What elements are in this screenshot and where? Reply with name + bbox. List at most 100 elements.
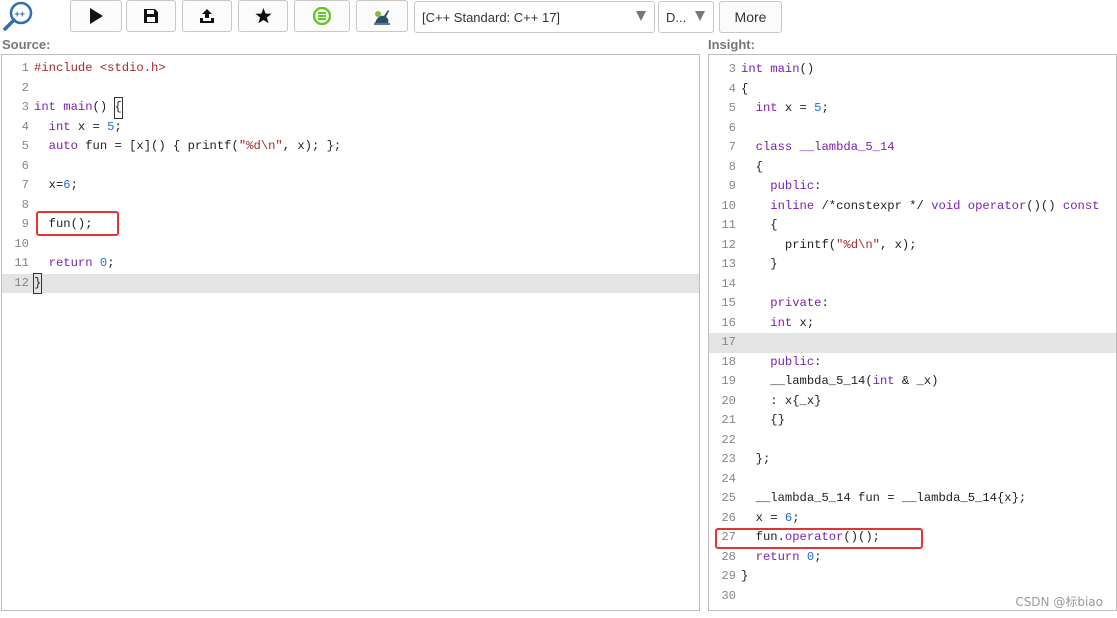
line-code: class __lambda_5_14	[755, 140, 895, 154]
line-number: 19	[721, 374, 736, 388]
cpp-standard-select[interactable]: [C++ Standard: C++ 17]	[414, 1, 655, 33]
line-number: 22	[721, 432, 736, 447]
code-line[interactable]: 12 printf("%d\n", x);	[709, 236, 1116, 256]
line-code: {	[741, 159, 763, 174]
line-number: 1	[21, 61, 29, 75]
code-line[interactable]: 7 class __lambda_5_14	[709, 138, 1116, 158]
insight-pane-title: Insight:	[708, 37, 755, 52]
code-line[interactable]: 4{	[709, 80, 1116, 100]
star-icon	[254, 8, 272, 24]
code-line[interactable]: 13 }	[709, 255, 1116, 275]
line-number: 16	[721, 315, 736, 330]
code-line[interactable]: 3 int main() {	[2, 97, 699, 119]
line-code: #include <stdio.h>	[34, 61, 166, 75]
line-code: {}	[741, 413, 785, 427]
compiler-explorer-button[interactable]	[294, 0, 350, 32]
play-icon	[90, 8, 103, 24]
code-line[interactable]: 5 int x = 5;	[709, 99, 1116, 119]
line-number: 9	[728, 179, 736, 193]
code-line[interactable]: 7 x=6;	[2, 176, 699, 196]
line-number: 3	[21, 100, 29, 114]
line-number: 12	[14, 275, 29, 290]
line-number: 23	[721, 452, 736, 466]
run-button[interactable]	[70, 0, 122, 32]
line-number: 7	[728, 140, 736, 154]
line-number: 4	[21, 119, 29, 134]
line-number: 8	[21, 197, 29, 212]
code-line[interactable]: 29}	[709, 567, 1116, 587]
line-number: 11	[14, 256, 29, 270]
code-line[interactable]: 28 return 0;	[709, 548, 1116, 568]
code-line[interactable]: 15 private:	[709, 294, 1116, 314]
annotation-box-insight	[715, 528, 923, 549]
code-line[interactable]: 22	[709, 431, 1116, 451]
share-button[interactable]	[182, 0, 232, 32]
code-line[interactable]: 18 public:	[709, 353, 1116, 373]
options-select[interactable]: D...	[658, 1, 714, 33]
line-code: __lambda_5_14 fun = __lambda_5_14{x};	[741, 491, 1027, 505]
code-line[interactable]: 3 int main()	[709, 60, 1116, 80]
line-number: 2	[21, 80, 29, 95]
line-number: 15	[721, 296, 736, 310]
code-line[interactable]: 11 return 0;	[2, 254, 699, 274]
line-code: {	[741, 218, 778, 232]
line-code: x = 6;	[741, 510, 800, 525]
watermark: CSDN @标biao	[1015, 595, 1103, 609]
cppinsights-logo-icon[interactable]: ++	[2, 0, 36, 32]
line-code: x=6;	[34, 178, 78, 192]
code-line[interactable]: 6	[2, 157, 699, 177]
line-number: 29	[721, 569, 736, 583]
code-line[interactable]: 6	[709, 119, 1116, 139]
code-line[interactable]: 24	[709, 470, 1116, 490]
line-code: };	[741, 452, 771, 466]
code-line[interactable]: 14	[709, 275, 1116, 295]
line-code: return 0;	[755, 549, 822, 564]
code-line[interactable]: 4 int x = 5;	[2, 118, 699, 138]
line-code: public:	[770, 354, 822, 369]
line-number: 6	[728, 120, 736, 135]
quick-bench-button[interactable]	[356, 0, 408, 32]
line-code: __lambda_5_14(int & _x)	[741, 374, 939, 388]
code-line[interactable]: 17	[709, 333, 1116, 353]
code-line[interactable]: 10	[2, 235, 699, 255]
line-number: 20	[721, 393, 736, 408]
line-code: printf("%d\n", x);	[741, 237, 917, 252]
code-line[interactable]: 16 int x;	[709, 314, 1116, 334]
code-line[interactable]: 1 #include <stdio.h>	[2, 59, 699, 79]
rabbit-icon	[374, 10, 390, 25]
line-code: }	[741, 257, 778, 271]
code-line[interactable]: 21 {}	[709, 411, 1116, 431]
line-code: int x = 5;	[48, 119, 122, 134]
code-line[interactable]: 19 __lambda_5_14(int & _x)	[709, 372, 1116, 392]
floppy-disk-icon	[144, 9, 158, 23]
code-line[interactable]: 5 auto fun = [x]() { printf("%d\n", x); …	[2, 137, 699, 157]
line-number: 25	[721, 491, 736, 505]
code-line[interactable]: 20 : x{_x}	[709, 392, 1116, 412]
cpp-standard-value: [C++ Standard: C++ 17]	[422, 9, 561, 25]
line-code: auto fun = [x]() { printf("%d\n", x); };	[48, 139, 342, 153]
line-number: 7	[21, 178, 29, 192]
line-number: 14	[721, 276, 736, 291]
source-editor[interactable]: 1 #include <stdio.h> 2 3 int main() {4 int x…	[1, 54, 700, 611]
favorite-button[interactable]	[238, 0, 288, 32]
options-value: D...	[666, 9, 687, 25]
code-line[interactable]: 11 {	[709, 216, 1116, 236]
code-line[interactable]: 2	[2, 79, 699, 99]
line-number: 28	[721, 549, 736, 564]
code-line[interactable]: 25 __lambda_5_14 fun = __lambda_5_14{x};	[709, 489, 1116, 509]
line-number: 9	[21, 217, 29, 231]
code-line[interactable]: 10 inline /*constexpr */ void operator()…	[709, 197, 1116, 217]
line-number: 26	[721, 510, 736, 525]
code-line[interactable]: 23 };	[709, 450, 1116, 470]
source-pane-title: Source:	[2, 37, 51, 52]
save-button[interactable]	[126, 0, 176, 32]
code-line[interactable]: 9 public:	[709, 177, 1116, 197]
code-line[interactable]: 12}	[2, 272, 699, 294]
line-number: 5	[21, 139, 29, 153]
chevron-down-icon	[695, 11, 705, 21]
compiler-explorer-icon	[313, 7, 331, 25]
code-line[interactable]: 8 {	[709, 158, 1116, 178]
line-code: inline /*constexpr */ void operator()() …	[770, 198, 1100, 213]
code-line[interactable]: 26 x = 6;	[709, 509, 1116, 529]
more-button[interactable]: More	[719, 1, 782, 33]
